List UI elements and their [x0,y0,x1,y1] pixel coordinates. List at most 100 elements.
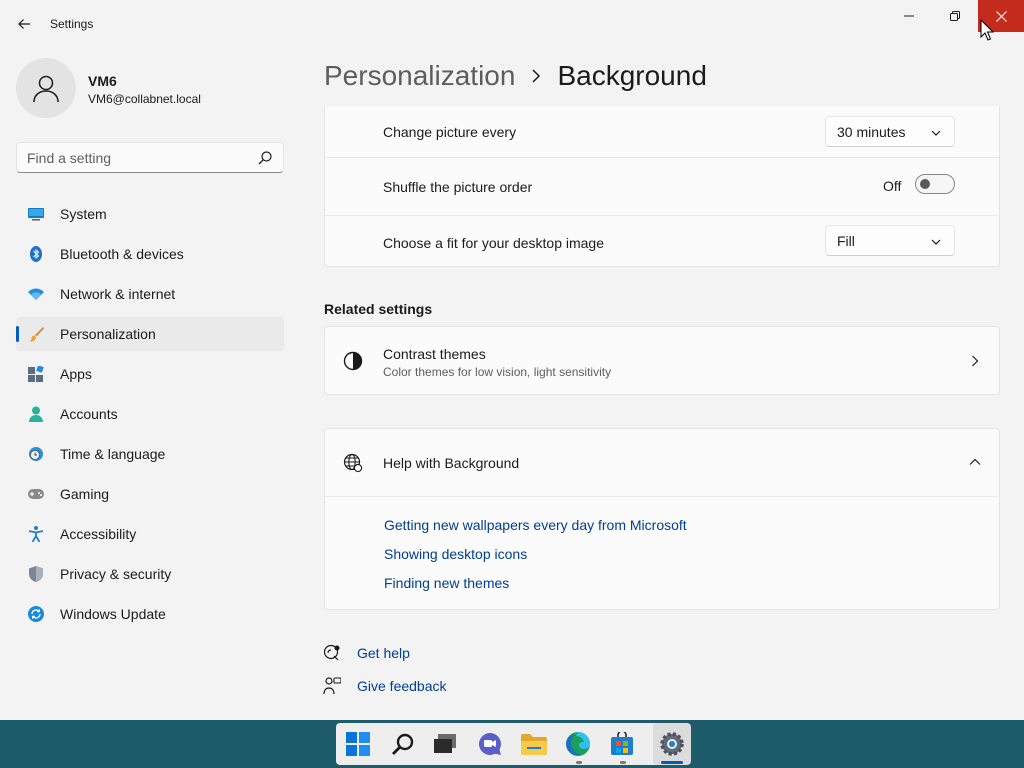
windows-start-icon[interactable] [345,731,371,757]
shield-icon [28,566,44,582]
search-icon[interactable] [390,731,416,757]
search-input[interactable] [27,149,247,167]
chevron-right-icon [972,355,979,367]
search-icon[interactable] [257,150,273,166]
restore-button[interactable] [932,0,978,32]
sidebar-item-system[interactable]: System [16,197,284,231]
sidebar-item-label: Privacy & security [60,566,172,582]
sidebar-item-label: Gaming [60,486,110,502]
active-indicator [661,761,683,764]
sidebar-item-label: Bluetooth & devices [60,246,184,262]
file-explorer-icon[interactable] [521,731,547,757]
shuffle-toggle[interactable] [915,174,955,194]
accessibility-icon [28,526,44,542]
sidebar-item-label: Apps [60,366,92,382]
sidebar-item-label: System [60,206,107,222]
store-icon[interactable] [609,731,635,757]
fit-label: Choose a fit for your desktop image [383,235,605,251]
related-settings-heading: Related settings [324,301,433,317]
edge-icon[interactable] [565,731,591,757]
sidebar-item-apps[interactable]: Apps [16,357,284,391]
shuffle-state-label: Off [883,178,902,194]
globe-help-icon [343,453,363,473]
get-help-icon [323,644,340,661]
search-box[interactable] [16,142,284,173]
sidebar-item-personalization[interactable]: Personalization [16,317,284,351]
background-settings-card: Change picture every 30 minutes Shuffle … [324,106,1000,267]
chevron-right-icon [531,69,541,83]
close-icon [995,10,1007,22]
help-link-wallpapers[interactable]: Getting new wallpapers every day from Mi… [384,517,687,533]
dropdown-value: Fill [837,233,855,249]
app-title: Settings [50,17,94,31]
gamepad-icon [28,486,44,502]
user-email: VM6@collabnet.local [88,92,201,106]
fit-dropdown[interactable]: Fill [825,225,955,256]
divider [325,496,999,497]
person-icon [33,75,59,103]
person-icon [28,406,44,422]
restore-icon [950,11,960,21]
get-help-link[interactable]: Get help [357,645,410,661]
paintbrush-icon [28,326,44,342]
page-title: Background [557,60,707,91]
task-view-icon[interactable] [432,731,458,757]
running-indicator [576,761,582,764]
change-picture-dropdown[interactable]: 30 minutes [825,116,955,147]
sidebar-item-accounts[interactable]: Accounts [16,397,284,431]
back-arrow-icon [18,19,30,29]
sidebar-item-label: Accounts [60,406,118,422]
feedback-icon [323,677,341,695]
bluetooth-icon [28,246,44,262]
taskbar-app-tray [336,723,691,765]
sidebar-item-label: Time & language [60,446,166,462]
sidebar-item-network[interactable]: Network & internet [16,277,284,311]
globe-clock-icon [28,446,44,462]
give-feedback-link[interactable]: Give feedback [357,678,447,694]
breadcrumb: Personalization Background [324,58,707,94]
breadcrumb-parent[interactable]: Personalization [324,60,515,92]
dropdown-value: 30 minutes [837,124,906,140]
sidebar-item-label: Network & internet [60,286,176,302]
contrast-themes-subtitle: Color themes for low vision, light sensi… [383,365,612,379]
help-header[interactable]: Help with Background [325,429,999,496]
title-bar [0,0,1024,48]
shuffle-label: Shuffle the picture order [383,179,533,195]
contrast-themes-card[interactable]: Contrast themes Color themes for low vis… [324,326,1000,395]
sidebar-item-windows-update[interactable]: Windows Update [16,597,284,631]
sidebar-item-label: Windows Update [60,606,166,622]
chevron-up-icon[interactable] [969,458,981,466]
back-button[interactable] [12,12,36,36]
wifi-icon [28,286,44,302]
chevron-down-icon [931,130,941,136]
chevron-down-icon [931,239,941,245]
mouse-cursor-icon [980,19,994,41]
change-picture-row: Change picture every 30 minutes [325,106,999,157]
contrast-icon [343,351,363,371]
contrast-themes-title: Contrast themes [383,346,486,362]
help-link-new-themes[interactable]: Finding new themes [384,575,509,591]
sidebar-item-privacy[interactable]: Privacy & security [16,557,284,591]
sidebar-item-accessibility[interactable]: Accessibility [16,517,284,551]
toggle-knob [920,179,930,189]
sidebar-item-gaming[interactable]: Gaming [16,477,284,511]
avatar[interactable] [16,58,76,118]
sidebar-item-bluetooth[interactable]: Bluetooth & devices [16,237,284,271]
fit-row: Choose a fit for your desktop image Fill [325,216,999,266]
sidebar-item-label: Accessibility [60,526,137,542]
sidebar-item-time-language[interactable]: Time & language [16,437,284,471]
apps-icon [28,366,44,382]
running-indicator [620,761,626,764]
minimize-icon [904,15,914,17]
help-link-desktop-icons[interactable]: Showing desktop icons [384,546,527,562]
help-card: Help with Background Getting new wallpap… [324,428,1000,610]
monitor-icon [28,206,44,222]
taskbar [0,720,1024,768]
sidebar-item-label: Personalization [60,326,156,342]
help-title: Help with Background [383,455,520,471]
settings-icon[interactable] [659,731,685,757]
chat-icon[interactable] [477,731,503,757]
minimize-button[interactable] [886,0,932,32]
update-icon [28,606,44,622]
change-picture-label: Change picture every [383,124,517,140]
